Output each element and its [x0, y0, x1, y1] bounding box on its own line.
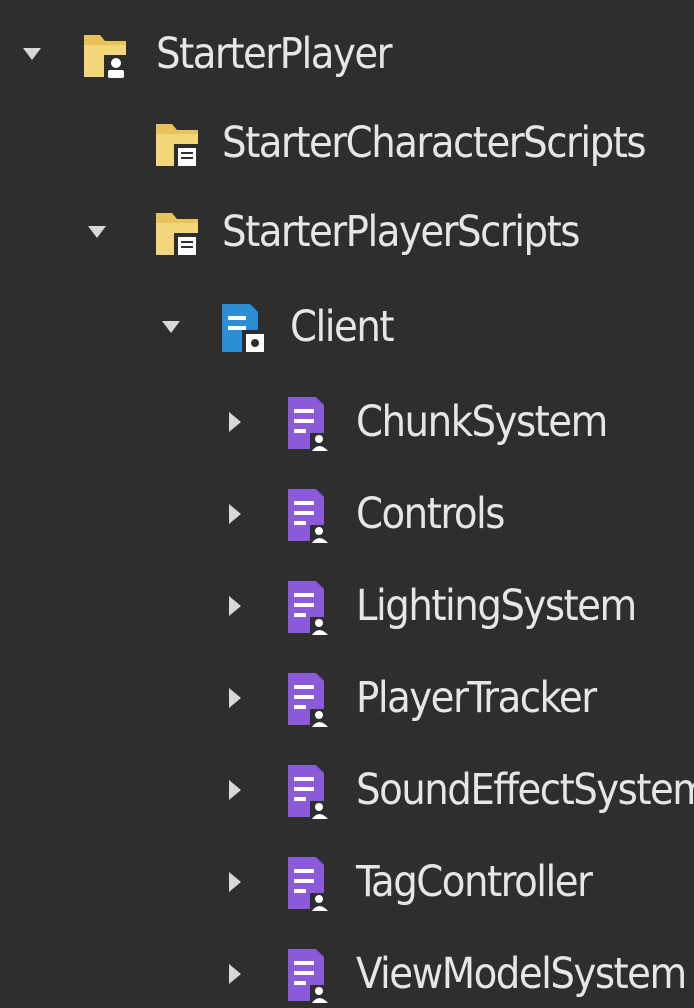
module-script-icon	[284, 393, 340, 453]
tree-item-label: StarterCharacterScripts	[222, 118, 647, 168]
explorer-tree: StarterPlayer StarterCharacterScripts St…	[0, 0, 694, 1008]
tree-item-controls[interactable]: Controls	[0, 467, 694, 561]
tree-item-label: StarterPlayerScripts	[222, 207, 580, 257]
tree-item-label: SoundEffectSystem	[356, 765, 694, 815]
folder-script-icon	[152, 203, 208, 263]
tree-item-starterplayerscripts[interactable]: StarterPlayerScripts	[0, 185, 694, 279]
tree-item-label: Controls	[356, 489, 505, 539]
tree-item-tagcontroller[interactable]: TagController	[0, 835, 694, 929]
expand-arrow-icon[interactable]	[17, 7, 47, 101]
tree-item-viewmodelsystem[interactable]: ViewModelSystem	[0, 927, 694, 1008]
module-script-icon	[284, 945, 340, 1005]
expand-arrow-icon[interactable]	[82, 185, 112, 279]
local-script-icon	[218, 298, 274, 358]
collapsed-arrow-icon[interactable]	[220, 927, 250, 1008]
tree-item-label: LightingSystem	[356, 581, 637, 631]
folder-player-icon	[80, 25, 136, 85]
tree-item-label: ViewModelSystem	[356, 949, 687, 999]
tree-item-client[interactable]: Client	[0, 280, 694, 374]
collapsed-arrow-icon[interactable]	[220, 559, 250, 653]
tree-item-soundeffectsystem[interactable]: SoundEffectSystem	[0, 743, 694, 837]
collapsed-arrow-icon[interactable]	[220, 375, 250, 469]
tree-item-label: ChunkSystem	[356, 397, 608, 447]
tree-item-lightingsystem[interactable]: LightingSystem	[0, 559, 694, 653]
module-script-icon	[284, 485, 340, 545]
module-script-icon	[284, 853, 340, 913]
module-script-icon	[284, 577, 340, 637]
tree-item-chunksystem[interactable]: ChunkSystem	[0, 375, 694, 469]
collapsed-arrow-icon[interactable]	[220, 651, 250, 745]
module-script-icon	[284, 761, 340, 821]
tree-item-label: StarterPlayer	[156, 29, 393, 79]
tree-item-label: PlayerTracker	[356, 673, 597, 723]
tree-item-playertracker[interactable]: PlayerTracker	[0, 651, 694, 745]
expand-arrow-icon[interactable]	[156, 280, 186, 374]
tree-item-startercharacterscripts[interactable]: StarterCharacterScripts	[0, 96, 694, 190]
collapsed-arrow-icon[interactable]	[220, 743, 250, 837]
module-script-icon	[284, 669, 340, 729]
collapsed-arrow-icon[interactable]	[220, 835, 250, 929]
folder-script-icon	[152, 114, 208, 174]
tree-item-label: TagController	[356, 857, 593, 907]
tree-item-label: Client	[290, 302, 395, 352]
tree-item-starterplayer[interactable]: StarterPlayer	[0, 7, 694, 101]
collapsed-arrow-icon[interactable]	[220, 467, 250, 561]
